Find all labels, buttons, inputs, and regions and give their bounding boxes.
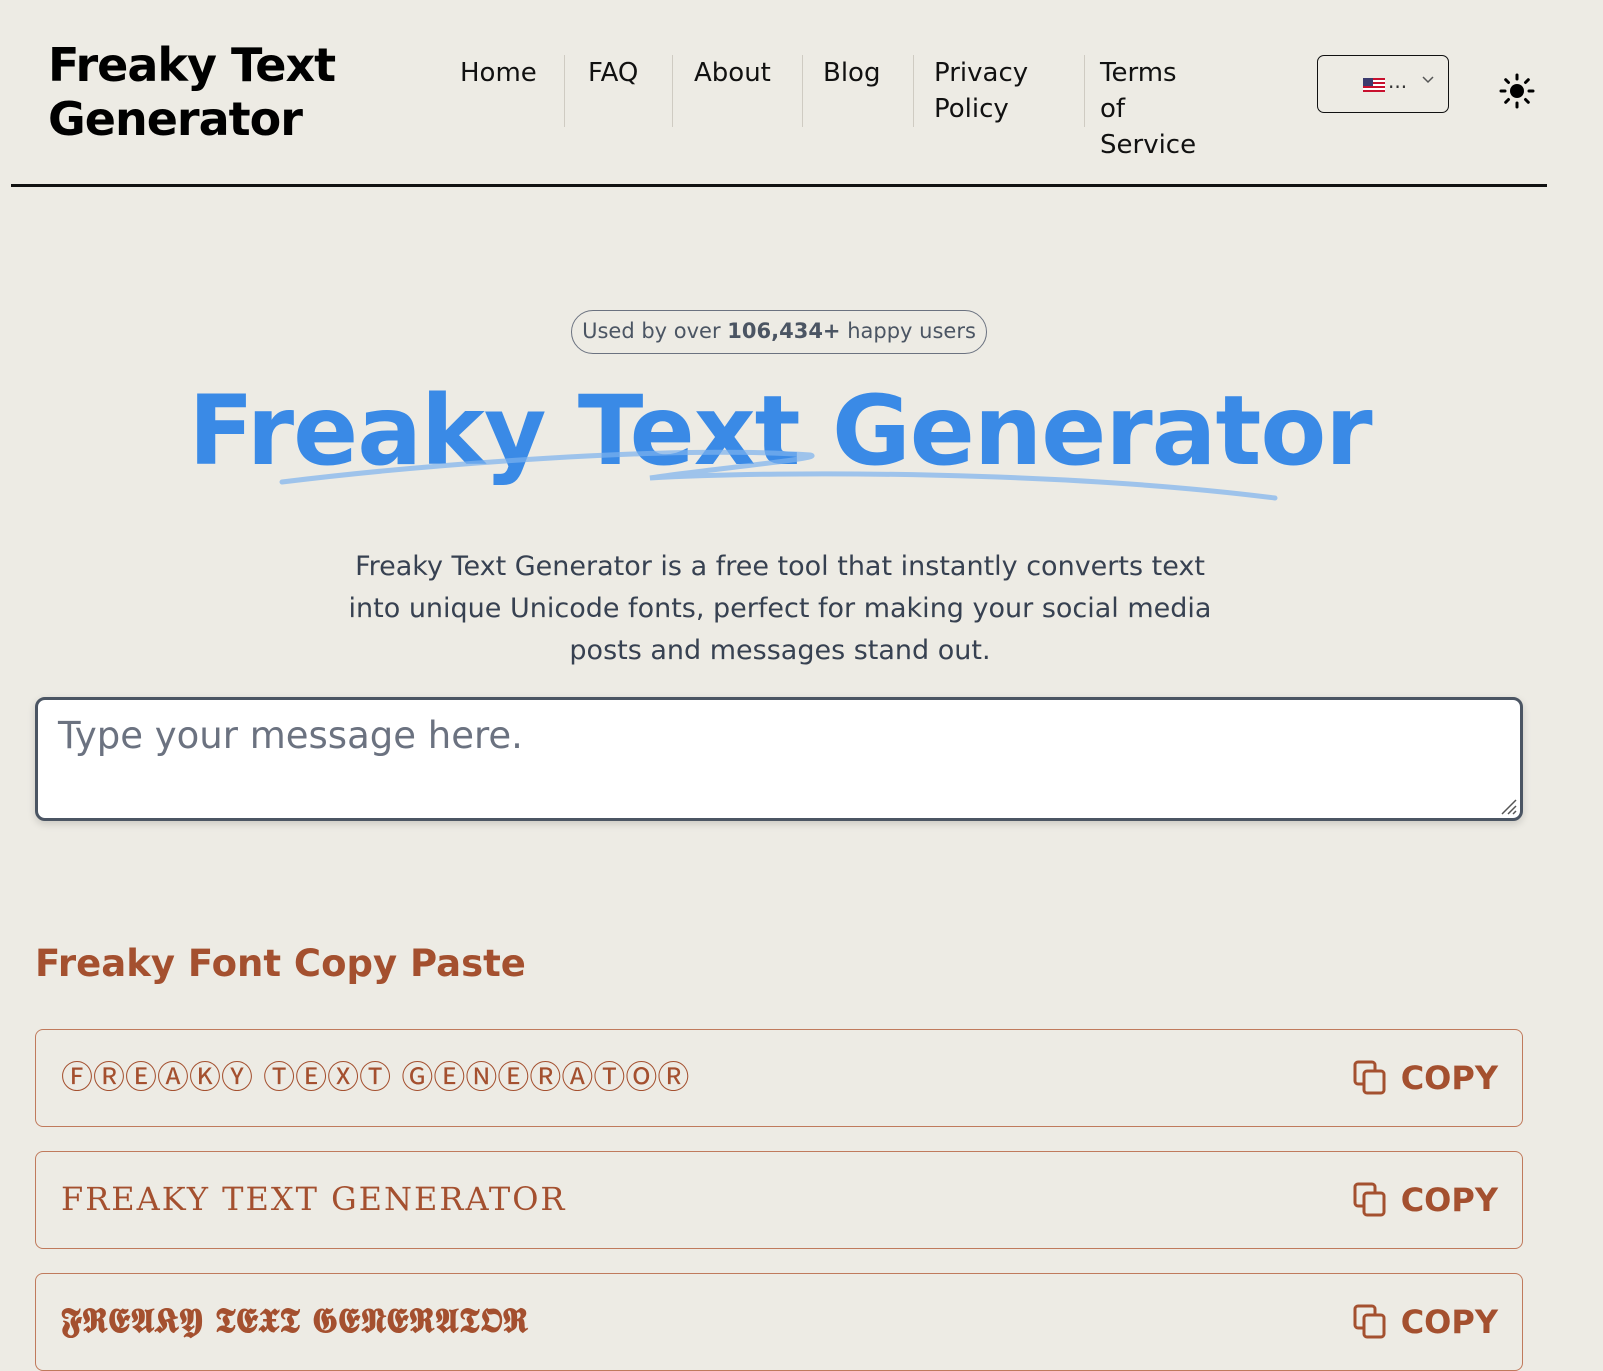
message-input-container: [35, 697, 1523, 821]
nav-divider: [802, 55, 803, 127]
copy-label: COPY: [1400, 1059, 1498, 1097]
site-header: Freaky Text Generator Home FAQ About Blo…: [11, 0, 1547, 187]
message-input[interactable]: [38, 700, 1520, 818]
language-ellipsis: ...: [1388, 69, 1408, 93]
sun-icon: [1499, 73, 1535, 109]
copy-icon: [1353, 1060, 1386, 1095]
badge-count: 106,434+: [727, 319, 841, 343]
copy-button[interactable]: COPY: [1353, 1178, 1498, 1222]
nav-faq[interactable]: FAQ: [588, 55, 638, 129]
nav-blog[interactable]: Blog: [823, 55, 880, 129]
title-underline-decoration: [279, 449, 1278, 501]
fonts-section-title: Freaky Font Copy Paste: [35, 942, 526, 985]
nav-divider: [672, 55, 673, 127]
hero-description: Freaky Text Generator is a free tool tha…: [348, 551, 1212, 666]
nav-home[interactable]: Home: [460, 55, 537, 129]
font-result-text: ⒻⓇⒺⒶⓀⓎ ⓉⒺⓍⓉ ⒼⒺⓃⒺⓇⒶⓉⓄⓇ: [61, 1058, 690, 1096]
font-result-text: 𝕱𝕽𝕰𝕬𝕶𝖄 𝕿𝕰𝖃𝕿 𝕲𝕰𝕹𝕰𝕽𝕬𝕿𝕺𝕽: [61, 1301, 529, 1341]
resize-handle-icon[interactable]: [1500, 798, 1518, 816]
copy-icon: [1353, 1182, 1386, 1217]
copy-label: COPY: [1400, 1181, 1498, 1219]
chevron-down-icon: [1422, 69, 1434, 88]
nav-privacy-policy[interactable]: Privacy Policy: [934, 55, 1028, 129]
users-badge: Used by over 106,434+ happy users: [571, 310, 987, 354]
font-result-text: FREAKY TEXT GENERATOR: [61, 1180, 567, 1218]
nav-divider: [1084, 55, 1085, 127]
copy-icon: [1353, 1304, 1386, 1339]
badge-suffix: happy users: [840, 319, 976, 343]
nav-divider: [913, 55, 914, 127]
font-result-row[interactable]: 𝕱𝕽𝕰𝕬𝕶𝖄 𝕿𝕰𝖃𝕿 𝕲𝕰𝕹𝕰𝕽𝕬𝕿𝕺𝕽 COPY: [35, 1273, 1523, 1371]
nav-divider: [564, 55, 565, 127]
site-logo[interactable]: Freaky Text Generator: [48, 38, 336, 146]
language-select[interactable]: ...: [1317, 55, 1449, 113]
nav-about[interactable]: About: [694, 55, 771, 129]
badge-prefix: Used by over: [582, 319, 728, 343]
us-flag-icon: [1363, 78, 1385, 92]
copy-button[interactable]: COPY: [1353, 1300, 1498, 1344]
copy-button[interactable]: COPY: [1353, 1056, 1498, 1100]
nav-terms-of-service[interactable]: Terms of Service: [1100, 55, 1196, 160]
font-result-row[interactable]: ⒻⓇⒺⒶⓀⓎ ⓉⒺⓍⓉ ⒼⒺⓃⒺⓇⒶⓉⓄⓇ COPY: [35, 1029, 1523, 1127]
theme-toggle-button[interactable]: [1499, 73, 1535, 109]
font-result-row[interactable]: FREAKY TEXT GENERATOR COPY: [35, 1151, 1523, 1249]
copy-label: COPY: [1400, 1303, 1498, 1341]
